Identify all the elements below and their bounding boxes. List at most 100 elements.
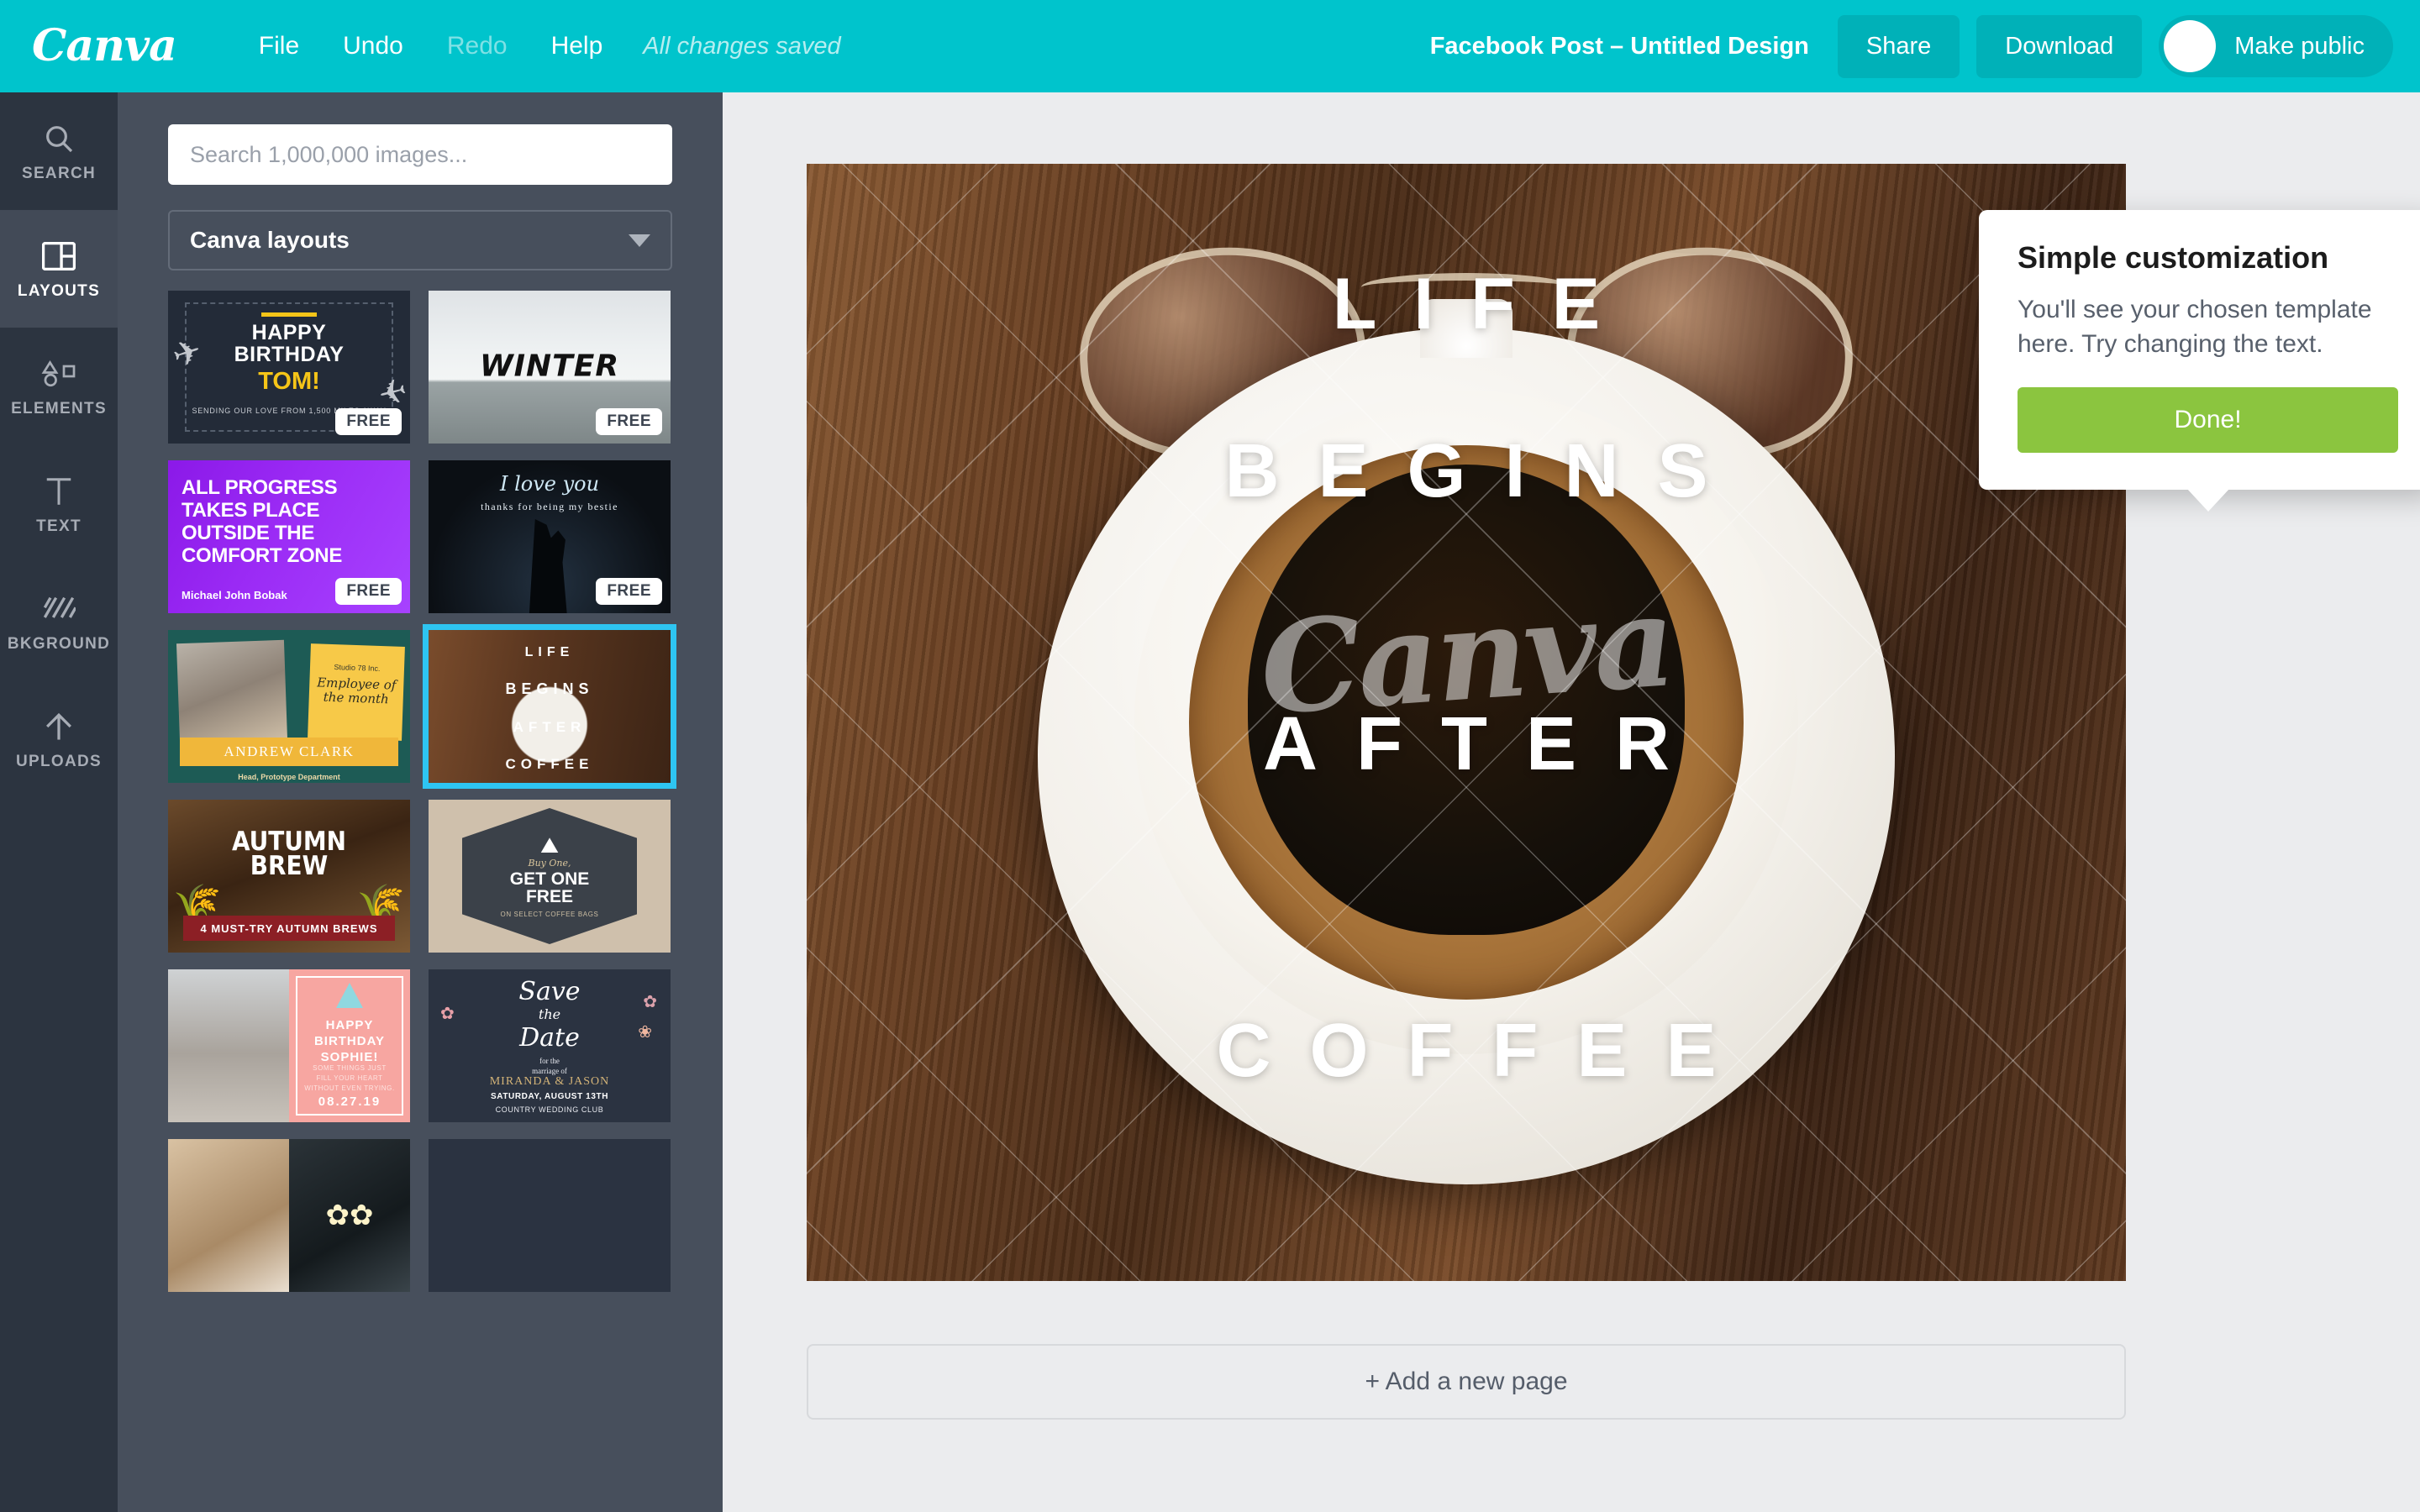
headline-line-4[interactable]: COFFEE xyxy=(807,1008,2126,1095)
main-menu: File Undo Redo Help All changes saved xyxy=(237,20,841,72)
layout-thumbnail-grid: ✈ ✈ HAPPY BIRTHDAY TOM! SENDING OUR LOVE… xyxy=(118,291,723,1512)
sticky-note: Studio 78 Inc. Employee of the month xyxy=(308,643,405,741)
thumb-author: Michael John Bobak xyxy=(182,589,287,601)
layout-thumb-employee-of-the-month[interactable]: Studio 78 Inc. Employee of the month AND… xyxy=(168,630,410,783)
headline-line-1[interactable]: LIFE xyxy=(807,263,2126,346)
sidebar-item-elements[interactable]: ELEMENTS xyxy=(0,328,118,445)
search-input[interactable] xyxy=(168,124,672,185)
search-icon xyxy=(42,119,76,158)
menu-item-redo[interactable]: Redo xyxy=(425,20,529,72)
download-button[interactable]: Download xyxy=(1976,14,2143,78)
layout-thumb-life-begins-after-coffee[interactable]: LIFE BEGINS AFTER COFFEE xyxy=(423,624,676,789)
thumb-line-1: WINTER xyxy=(479,349,620,384)
accent-bar xyxy=(261,312,317,317)
headline-line-2[interactable]: BEGINS xyxy=(807,428,2126,515)
thumb-line-1: AUTUMN BREW xyxy=(231,827,347,882)
thumb-line-3: ON SELECT COFFEE BAGS xyxy=(500,911,599,918)
free-badge: FREE xyxy=(596,408,662,435)
thumb-line-2: thanks for being my bestie xyxy=(481,501,618,512)
name-plate: ANDREW CLARK xyxy=(180,738,398,766)
sidebar-item-text[interactable]: TEXT xyxy=(0,445,118,563)
headline-line-3[interactable]: AFTER xyxy=(807,701,2126,788)
sidebar-item-search[interactable]: SEARCH xyxy=(0,92,118,210)
design-headline[interactable]: LIFE BEGINS AFTER COFFEE xyxy=(807,164,2126,1281)
top-bar-actions: Facebook Post – Untitled Design Share Do… xyxy=(1430,0,2393,92)
make-public-toggle[interactable]: Make public xyxy=(2159,15,2393,77)
sidebar-label-uploads: UPLOADS xyxy=(16,753,102,770)
thumb-line-1: I love you xyxy=(499,472,600,496)
make-public-label: Make public xyxy=(2234,32,2365,60)
thumb-quote: ALL PROGRESS TAKES PLACE OUTSIDE THE COM… xyxy=(182,476,343,567)
mountain-icon: ⛰ xyxy=(540,832,559,858)
sidebar-rail: SEARCH LAYOUTS ELEMENTS TEXT BKGROUND UP… xyxy=(0,92,118,1512)
add-new-page-button[interactable]: + Add a new page xyxy=(807,1344,2126,1420)
top-bar: Canva File Undo Redo Help All changes sa… xyxy=(0,0,2420,92)
save-status: All changes saved xyxy=(643,32,841,60)
upload-icon xyxy=(43,707,75,746)
thumb-line-6: SATURDAY, AUGUST 13TH xyxy=(490,1092,609,1101)
tooltip-title: Simple customization xyxy=(2018,240,2329,275)
chevron-down-icon xyxy=(629,234,650,247)
canvas-stage: Canva LIFE BEGINS AFTER COFFEE Simple cu… xyxy=(723,92,2420,1512)
thumb-line-3: 08.27.19 xyxy=(318,1095,381,1109)
free-badge: FREE xyxy=(335,578,402,605)
thumb-line-5: MIRANDA & JASON xyxy=(489,1075,610,1088)
tooltip-done-button[interactable]: Done! xyxy=(2018,386,2398,453)
layout-thumb-save-the-date[interactable]: ✿ ✿ ❀ Save the Date for the marriage of … xyxy=(429,969,671,1122)
thumb-line-2: SOME THINGS JUST FILL YOUR HEART WITHOUT… xyxy=(304,1064,395,1092)
card-side: HAPPY BIRTHDAY SOPHIE! SOME THINGS JUST … xyxy=(289,969,410,1122)
thumb-line-7: COUNTRY WEDDING CLUB xyxy=(495,1105,604,1114)
layout-thumb-autumn-brew[interactable]: 🌾 🌾 AUTUMN BREW 4 MUST-TRY AUTUMN BREWS xyxy=(168,800,410,953)
layout-thumb-dont-wish[interactable]: DON'T WISH xyxy=(429,1139,671,1292)
thumb-line-3: Date xyxy=(519,1023,580,1053)
share-button[interactable]: Share xyxy=(1837,14,1960,78)
onboarding-tooltip: Simple customization You'll see your cho… xyxy=(1979,210,2420,512)
free-badge: FREE xyxy=(335,408,402,435)
free-badge: FREE xyxy=(596,578,662,605)
sidebar-label-elements: ELEMENTS xyxy=(11,400,107,417)
sidebar-label-background: BKGROUND xyxy=(7,635,111,653)
menu-item-help[interactable]: Help xyxy=(529,20,625,72)
massage-photo xyxy=(168,1139,289,1292)
layout-thumb-spa-collage[interactable]: ✿✿ xyxy=(168,1139,410,1292)
tooltip-arrow xyxy=(2186,487,2230,512)
sidebar-label-text: TEXT xyxy=(36,517,82,535)
menu-item-undo[interactable]: Undo xyxy=(321,20,425,72)
thumb-line-3: ANDREW CLARK xyxy=(224,743,355,759)
thumb-line-1: HAPPY BIRTHDAY xyxy=(234,321,345,366)
thumb-line-2: Employee of the month xyxy=(316,675,397,707)
hex-badge: ⛰ Buy One, GET ONE FREE ON SELECT COFFEE… xyxy=(462,808,637,944)
thumb-art: ✿✿ xyxy=(168,1139,410,1292)
menu-item-file[interactable]: File xyxy=(237,20,321,72)
text-icon xyxy=(44,472,74,511)
thumb-line-4: for the marriage of xyxy=(532,1057,567,1075)
layout-thumb-happy-birthday-sophie[interactable]: HAPPY BIRTHDAY SOPHIE! SOME THINGS JUST … xyxy=(168,969,410,1122)
dropdown-value: Canva layouts xyxy=(190,227,350,253)
canva-logo[interactable]: Canva xyxy=(32,24,177,68)
thumb-line-2: TOM! xyxy=(258,368,320,395)
thumb-art: LIFE BEGINS AFTER COFFEE xyxy=(429,630,671,783)
thumb-line-1: Buy One, xyxy=(528,858,571,869)
layouts-panel: Canva layouts ✈ ✈ HAPPY BIRTHDAY TOM! SE… xyxy=(118,92,723,1512)
thumb-art: Studio 78 Inc. Employee of the month AND… xyxy=(168,630,410,783)
thumb-art: ⛰ Buy One, GET ONE FREE ON SELECT COFFEE… xyxy=(429,800,671,953)
layout-thumb-i-love-you[interactable]: I love you thanks for being my bestie FR… xyxy=(429,460,671,613)
layout-thumb-buy-one-get-one-free[interactable]: ⛰ Buy One, GET ONE FREE ON SELECT COFFEE… xyxy=(429,800,671,953)
sidebar-item-background[interactable]: BKGROUND xyxy=(0,563,118,680)
layout-thumb-happy-birthday-tom[interactable]: ✈ ✈ HAPPY BIRTHDAY TOM! SENDING OUR LOVE… xyxy=(168,291,410,444)
thumb-line-2: GET ONE FREE xyxy=(509,869,590,906)
design-canvas[interactable]: Canva LIFE BEGINS AFTER COFFEE xyxy=(807,164,2126,1281)
sidebar-item-layouts[interactable]: LAYOUTS xyxy=(0,210,118,328)
sidebar-item-uploads[interactable]: UPLOADS xyxy=(0,680,118,798)
document-title[interactable]: Facebook Post – Untitled Design xyxy=(1430,33,1809,60)
thumb-line-1: Save xyxy=(518,977,581,1006)
layouts-category-dropdown[interactable]: Canva layouts xyxy=(168,210,672,270)
layout-thumb-all-progress[interactable]: ALL PROGRESS TAKES PLACE OUTSIDE THE COM… xyxy=(168,460,410,613)
layout-thumb-winter[interactable]: WINTER FREE xyxy=(429,291,671,444)
thumb-photo xyxy=(176,639,288,743)
dog-photo xyxy=(168,969,289,1122)
party-hat-icon xyxy=(336,983,363,1008)
flowers-photo: ✿✿ xyxy=(289,1139,410,1292)
thumb-line-1: HAPPY BIRTHDAY SOPHIE! xyxy=(313,1018,386,1064)
thumb-line-2: the xyxy=(538,1006,561,1022)
